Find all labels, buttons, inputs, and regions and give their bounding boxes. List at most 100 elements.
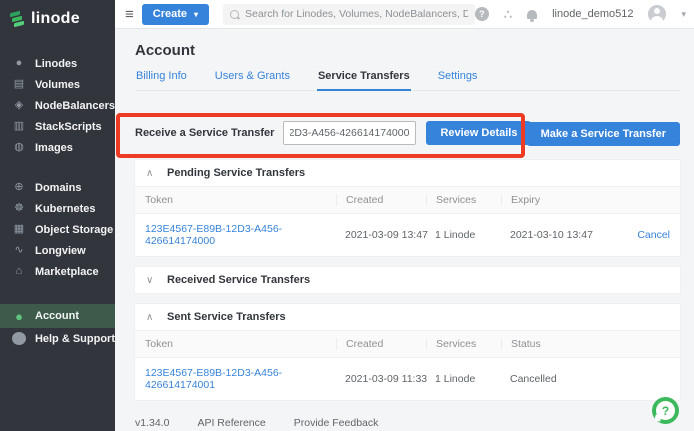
tab-settings[interactable]: Settings <box>437 70 479 90</box>
create-button[interactable]: Create ▾ <box>142 4 209 25</box>
sidebar-item-kubernetes[interactable]: ☸ Kubernetes <box>0 198 115 219</box>
help-icon[interactable]: ? <box>475 7 489 21</box>
sidebar-item-label: Marketplace <box>35 266 99 278</box>
sidebar-item-label: Linodes <box>35 58 77 70</box>
pending-token-link[interactable]: 123E4567-E89B-12D3-A456-426614174000 <box>145 223 345 247</box>
sent-created: 2021-03-09 11:33 <box>345 373 435 385</box>
linodes-icon: ● <box>12 58 26 69</box>
create-button-label: Create <box>153 8 187 20</box>
search-input[interactable] <box>245 8 468 20</box>
chat-question-icon: ? <box>656 401 675 420</box>
tab-billing-info[interactable]: Billing Info <box>135 70 188 90</box>
received-transfers-header[interactable]: ∨ Received Service Transfers <box>135 267 680 293</box>
sidebar-item-marketplace[interactable]: ⌂ Marketplace <box>0 261 115 282</box>
kubernetes-icon: ☸ <box>12 203 26 214</box>
transfer-token-input[interactable] <box>283 121 416 145</box>
sidebar-nav: ● Linodes ▤ Volumes ◈ NodeBalancers ▥ St… <box>0 53 115 349</box>
sidebar-item-account[interactable]: ● Account <box>0 304 115 328</box>
sidebar-item-stackscripts[interactable]: ▥ StackScripts <box>0 116 115 137</box>
sidebar-item-nodebalancers[interactable]: ◈ NodeBalancers <box>0 95 115 116</box>
pending-transfers-title: Pending Service Transfers <box>167 167 305 179</box>
sidebar: linode ● Linodes ▤ Volumes ◈ NodeBalance… <box>0 0 115 431</box>
sidebar-item-object-storage[interactable]: ▦ Object Storage <box>0 219 115 240</box>
tab-bar: Billing Info Users & Grants Service Tran… <box>135 70 680 91</box>
col-created: Created <box>336 194 435 206</box>
sidebar-item-volumes[interactable]: ▤ Volumes <box>0 74 115 95</box>
col-token: Token <box>145 338 345 350</box>
user-menu-chevron-icon[interactable]: ▾ <box>681 9 686 20</box>
topbar-right-cluster: ? ∴ linode_demo512 ▾ <box>475 5 686 23</box>
object-storage-icon: ▦ <box>12 224 26 235</box>
longview-icon: ∿ <box>12 245 26 256</box>
sent-transfers-header[interactable]: ∧ Sent Service Transfers <box>135 304 680 330</box>
main-content: Account Billing Info Users & Grants Serv… <box>115 29 694 431</box>
collapse-chevron-icon[interactable]: ∧ <box>146 168 158 179</box>
col-token: Token <box>145 194 345 206</box>
pending-expiry: 2021-03-10 13:47 <box>510 229 620 241</box>
sidebar-item-label: Kubernetes <box>35 203 96 215</box>
sidebar-item-help-support[interactable]: ? Help & Support <box>0 328 115 349</box>
expand-chevron-icon[interactable]: ∨ <box>146 275 158 286</box>
chevron-down-icon: ▾ <box>194 10 198 19</box>
community-icon[interactable]: ∴ <box>504 8 512 21</box>
linode-logo-text: linode <box>31 10 80 28</box>
stackscripts-icon: ▥ <box>12 121 26 132</box>
sent-status: Cancelled <box>510 373 620 385</box>
sent-transfers-card: ∧ Sent Service Transfers Token Created S… <box>135 304 680 400</box>
sent-token-link[interactable]: 123E4567-E89B-12D3-A456-426614174001 <box>145 367 345 391</box>
received-transfers-title: Received Service Transfers <box>167 274 310 286</box>
topbar: ≡ Create ▾ ? ∴ linode_demo512 ▾ <box>115 0 694 29</box>
nodebalancers-icon: ◈ <box>12 100 26 111</box>
make-service-transfer-button[interactable]: Make a Service Transfer <box>527 122 680 146</box>
receive-transfer-label: Receive a Service Transfer <box>135 127 274 139</box>
domains-icon: ⊕ <box>12 182 26 193</box>
sidebar-item-linodes[interactable]: ● Linodes <box>0 53 115 74</box>
col-status: Status <box>501 338 620 350</box>
sent-services: 1 Linode <box>435 373 510 385</box>
search-icon <box>230 10 239 19</box>
pending-transfers-card: ∧ Pending Service Transfers Token Create… <box>135 160 680 256</box>
hamburger-menu-icon[interactable]: ≡ <box>125 7 134 22</box>
collapse-chevron-icon[interactable]: ∧ <box>146 312 158 323</box>
volumes-icon: ▤ <box>12 79 26 90</box>
sidebar-nav-group-3: ● Account ? Help & Support <box>0 304 115 349</box>
api-reference-link[interactable]: API Reference <box>197 417 265 429</box>
col-services: Services <box>426 194 510 206</box>
sidebar-item-label: Domains <box>35 182 81 194</box>
col-expiry: Expiry <box>501 194 620 206</box>
review-details-button[interactable]: Review Details <box>426 121 531 145</box>
global-search[interactable] <box>223 4 475 25</box>
col-created: Created <box>336 338 435 350</box>
sidebar-item-images[interactable]: ◍ Images <box>0 137 115 158</box>
tab-service-transfers[interactable]: Service Transfers <box>317 70 411 91</box>
linode-logo-icon <box>10 11 25 27</box>
sidebar-item-label: Images <box>35 142 73 154</box>
table-row: 123E4567-E89B-12D3-A456-426614174000 202… <box>135 213 680 256</box>
sidebar-item-longview[interactable]: ∿ Longview <box>0 240 115 261</box>
help-chat-button[interactable]: ? <box>652 397 679 424</box>
pending-table-header: Token Created Services Expiry <box>135 186 680 213</box>
received-transfers-card: ∨ Received Service Transfers <box>135 267 680 293</box>
linode-logo[interactable]: linode <box>0 0 115 30</box>
tab-users-grants[interactable]: Users & Grants <box>214 70 291 90</box>
page-footer: v1.34.0 API Reference Provide Feedback <box>135 417 680 429</box>
sidebar-item-label: Longview <box>35 245 86 257</box>
username[interactable]: linode_demo512 <box>552 8 633 20</box>
account-icon: ● <box>12 310 26 323</box>
sidebar-item-label: NodeBalancers <box>35 100 115 112</box>
images-icon: ◍ <box>12 142 26 153</box>
provide-feedback-link[interactable]: Provide Feedback <box>294 417 379 429</box>
pending-transfers-header[interactable]: ∧ Pending Service Transfers <box>135 160 680 186</box>
sidebar-item-label: Object Storage <box>35 224 113 236</box>
pending-services: 1 Linode <box>435 229 510 241</box>
sent-table-header: Token Created Services Status <box>135 330 680 357</box>
version-label: v1.34.0 <box>135 417 169 429</box>
notifications-bell-icon[interactable] <box>527 10 537 19</box>
cancel-link[interactable]: Cancel <box>620 229 670 241</box>
sidebar-item-domains[interactable]: ⊕ Domains <box>0 177 115 198</box>
marketplace-icon: ⌂ <box>12 266 26 277</box>
user-avatar[interactable] <box>648 5 666 23</box>
sidebar-item-label: Account <box>35 310 79 322</box>
page-title: Account <box>135 42 680 59</box>
sidebar-item-label: StackScripts <box>35 121 102 133</box>
